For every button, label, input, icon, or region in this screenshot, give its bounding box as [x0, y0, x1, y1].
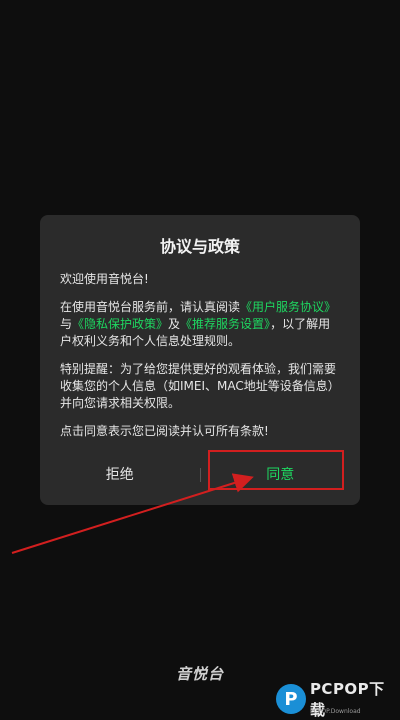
- site-watermark: P PCPOP下载 PCPOP.Download: [276, 680, 400, 719]
- dialog-body: 欢迎使用音悦台! 在使用音悦台服务前，请认真阅读《用户服务协议》与《隐私保护政策…: [60, 271, 340, 440]
- privacy-policy-link[interactable]: 《隐私保护政策》: [72, 317, 168, 331]
- consent-paragraph: 点击同意表示您已阅读并认可所有条款!: [60, 424, 269, 438]
- recommend-settings-link[interactable]: 《推荐服务设置》: [180, 317, 270, 331]
- watermark-logo-icon: P: [276, 684, 306, 714]
- greeting-text: 欢迎使用音悦台!: [60, 272, 149, 286]
- agreement-prefix: 在使用音悦台服务前，请认真阅读: [60, 300, 241, 314]
- agreement-and2: 及: [168, 317, 181, 331]
- watermark-subtext: PCPOP.Download: [310, 708, 361, 715]
- reject-button[interactable]: 拒绝: [40, 455, 200, 495]
- agree-highlight-box: [208, 450, 344, 490]
- user-agreement-link[interactable]: 《用户服务协议》: [240, 300, 336, 314]
- agreement-paragraph: 在使用音悦台服务前，请认真阅读《用户服务协议》与《隐私保护政策》及《推荐服务设置…: [60, 299, 340, 350]
- dialog-title: 协议与政策: [159, 237, 240, 256]
- reminder-paragraph: 特别提醒：为了给您提供更好的观看体验，我们需要收集您的个人信息（如IMEI、MA…: [60, 362, 340, 410]
- agreement-and: 与: [60, 317, 73, 331]
